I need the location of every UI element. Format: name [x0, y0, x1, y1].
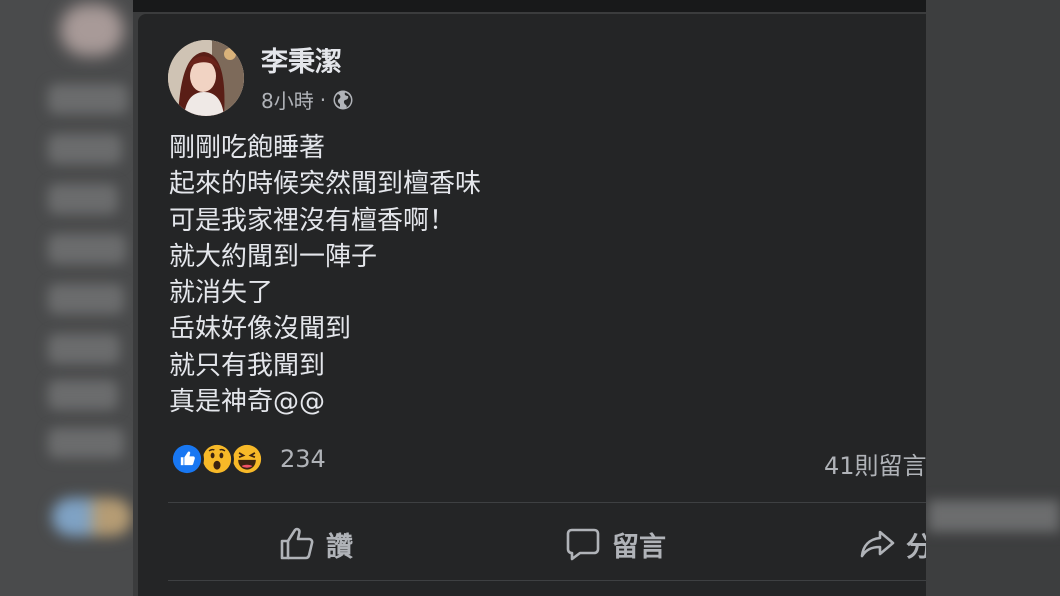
post-body: 剛剛吃飽睡著 起來的時候突然聞到檀香味 可是我家裡沒有檀香啊！ 就大約聞到一陣子… [169, 130, 481, 420]
comment-button[interactable]: 留言 [564, 520, 666, 568]
post-line: 可是我家裡沒有檀香啊！ [169, 205, 456, 236]
blurred-text [48, 234, 126, 264]
like-button[interactable]: 讚 [278, 520, 353, 568]
blurred-text [928, 500, 1060, 532]
post-line: 真是神奇@@ [169, 387, 326, 418]
blurred-text [48, 380, 118, 410]
blurred-reactions [52, 498, 132, 536]
divider [168, 580, 926, 581]
divider [168, 502, 926, 503]
meta-separator: · [319, 87, 327, 112]
background-feed-right [926, 0, 1060, 596]
post-line: 起來的時候突然聞到檀香味 [169, 169, 482, 200]
reaction-count[interactable]: 234 [280, 445, 326, 473]
share-arrow-icon [860, 530, 895, 558]
globe-icon[interactable] [332, 89, 354, 111]
avatar[interactable] [168, 40, 244, 116]
thumbs-up-icon [280, 527, 314, 560]
background-feed-left [0, 0, 133, 596]
share-label: 分享 [906, 531, 926, 563]
blurred-text [48, 184, 118, 214]
post-meta: 8小時 · [261, 85, 354, 114]
blurred-text [48, 84, 128, 114]
blurred-text [48, 428, 124, 458]
wow-icon [200, 442, 234, 476]
post-line: 就只有我聞到 [169, 350, 326, 381]
like-icon [170, 442, 204, 476]
comment-count[interactable]: 41則留言 [824, 446, 926, 481]
post-time[interactable]: 8小時 [261, 85, 314, 114]
post-line: 剛剛吃飽睡著 [169, 133, 326, 163]
screenshot-stage: 李秉潔 8小時 · 剛剛吃飽睡著 起來的時候突然聞到檀香味 可是我家裡沒有檀香啊… [0, 0, 1060, 596]
blurred-text [48, 284, 124, 314]
share-button[interactable]: 分享 [858, 520, 926, 568]
like-label: 讚 [326, 531, 353, 563]
reaction-summary[interactable]: 234 [170, 442, 326, 476]
author-name[interactable]: 李秉潔 [261, 40, 342, 79]
post-line: 就消失了 [169, 278, 274, 309]
post-line: 就大約聞到一陣子 [169, 241, 378, 272]
blurred-text [48, 334, 120, 364]
avatar-image [168, 40, 244, 116]
blurred-avatar [60, 4, 124, 56]
post-card: 李秉潔 8小時 · 剛剛吃飽睡著 起來的時候突然聞到檀香味 可是我家裡沒有檀香啊… [138, 14, 926, 596]
blurred-text [48, 134, 122, 164]
comment-label: 留言 [612, 531, 666, 563]
top-strip [133, 0, 926, 12]
post-line: 岳妹好像沒聞到 [169, 314, 352, 345]
haha-icon [230, 442, 264, 476]
comment-bubble-icon [566, 528, 600, 561]
